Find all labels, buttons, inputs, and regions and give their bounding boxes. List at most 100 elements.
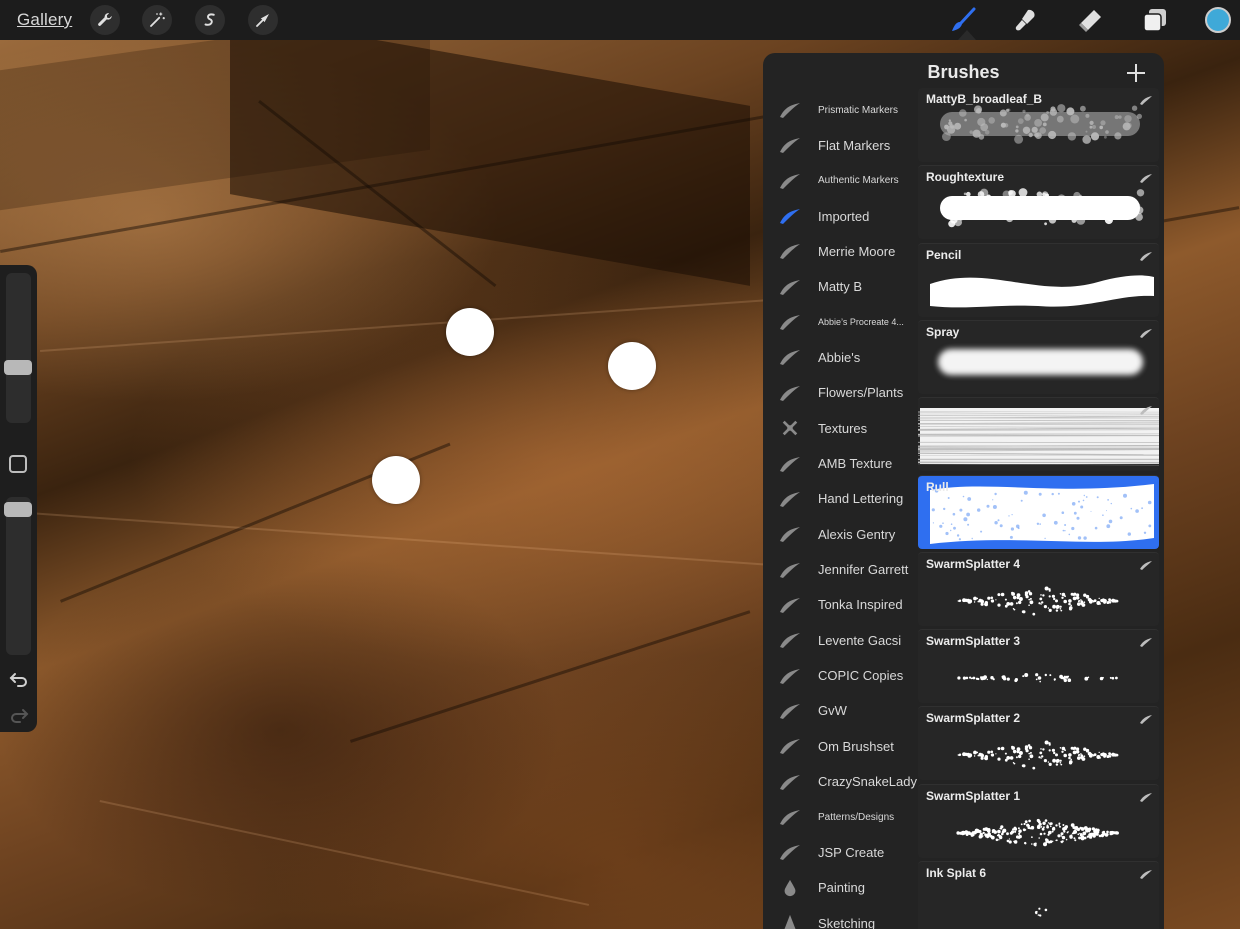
brush-set-label: Om Brushset xyxy=(818,738,894,754)
brush-set-item[interactable]: Authentic Markers xyxy=(763,164,918,198)
brush-set-item[interactable]: COPIC Copies xyxy=(763,659,918,693)
brush-card[interactable]: SwarmSplatter 4 xyxy=(918,551,1159,626)
stroke-icon xyxy=(778,347,802,367)
drop-icon xyxy=(778,878,802,898)
brush-set-label: COPIC Copies xyxy=(818,668,904,684)
brush-set-item[interactable]: Alexis Gentry xyxy=(763,517,918,551)
adjustments-button[interactable] xyxy=(142,5,172,35)
brush-set-item[interactable]: Om Brushset xyxy=(763,729,918,763)
opacity-slider[interactable] xyxy=(6,497,31,655)
brush-set-item[interactable]: AMB Texture xyxy=(763,447,918,481)
brush-set-item[interactable]: Tonka Inspired xyxy=(763,588,918,622)
brush-card[interactable]: Ink Splat 6 xyxy=(918,861,1159,929)
brush-set-label: Authentic Markers xyxy=(818,175,899,187)
brush-set-item[interactable]: Flat Markers xyxy=(763,128,918,162)
brush-card[interactable]: Pencil xyxy=(918,242,1159,317)
add-brush-icon[interactable] xyxy=(1126,63,1146,83)
brush-set-label: GvW xyxy=(818,703,847,719)
brush-set-label: Hand Lettering xyxy=(818,491,904,507)
brush-stroke-icon xyxy=(1139,789,1153,802)
brush-set-item[interactable]: Textures xyxy=(763,411,918,445)
brush-name: Rull xyxy=(926,479,949,494)
brush-card-selected[interactable]: Rull xyxy=(918,474,1159,549)
brush-card[interactable]: Spray xyxy=(918,319,1159,394)
brush-set-item[interactable]: Levente Gacsi xyxy=(763,623,918,657)
brush-set-label: JSP Create xyxy=(818,844,885,860)
transform-button[interactable] xyxy=(248,5,278,35)
stroke-icon xyxy=(778,383,802,403)
brush-set-item[interactable]: Painting xyxy=(763,871,918,905)
selection-s-icon xyxy=(204,13,215,26)
actions-button[interactable] xyxy=(90,5,120,35)
brush-set-label: Patterns/Designs xyxy=(818,811,895,823)
brush-set-item[interactable]: CrazySnakeLady xyxy=(763,765,918,799)
top-toolbar: Gallery xyxy=(0,0,1240,40)
stroke-icon xyxy=(778,171,802,191)
brush-set-item[interactable]: Jennifer Garrett xyxy=(763,553,918,587)
brush-set-item[interactable]: Imported xyxy=(763,199,918,233)
gallery-button[interactable]: Gallery xyxy=(17,10,72,30)
brush-set-label: Sketching xyxy=(818,915,876,929)
brush-set-item[interactable]: Hand Lettering xyxy=(763,482,918,516)
color-picker-button[interactable] xyxy=(1205,7,1231,33)
stroke-icon xyxy=(778,595,802,615)
transform-arrow-icon xyxy=(256,14,269,27)
stroke-icon xyxy=(778,736,802,756)
smudge-tool-button[interactable] xyxy=(1013,7,1039,33)
brush-set-item[interactable]: Prismatic Markers xyxy=(763,93,918,127)
stroke-icon xyxy=(778,277,802,297)
wrench-icon xyxy=(98,13,112,26)
brush-set-item[interactable]: Patterns/Designs xyxy=(763,800,918,834)
selection-button[interactable] xyxy=(195,5,225,35)
brush-set-label: CrazySnakeLady xyxy=(818,774,917,790)
brush-set-item[interactable]: Merrie Moore xyxy=(763,234,918,268)
brush-card[interactable]: Roughtexture xyxy=(918,165,1159,240)
white-dot xyxy=(446,308,494,356)
cone-icon xyxy=(778,913,802,929)
left-sidebar xyxy=(0,265,37,732)
brush-set-item[interactable]: Abbie's xyxy=(763,340,918,374)
brush-name: Pencil xyxy=(926,247,962,262)
brush-set-label: Matty B xyxy=(818,279,863,295)
brush-card[interactable]: SwarmSplatter 2 xyxy=(918,706,1159,781)
brush-set-label: Painting xyxy=(818,880,865,896)
white-dot xyxy=(372,456,420,504)
brush-set-item[interactable]: Abbie’s Procreate 4... xyxy=(763,305,918,339)
brush-set-item[interactable]: Sketching xyxy=(763,906,918,929)
brush-card[interactable] xyxy=(918,397,1159,472)
brush-set-label: AMB Texture xyxy=(818,456,893,471)
eraser-tool-button[interactable] xyxy=(1077,7,1103,33)
brush-size-thumb[interactable] xyxy=(4,360,32,375)
undo-icon[interactable] xyxy=(9,669,29,689)
brush-set-item[interactable]: Flowers/Plants xyxy=(763,376,918,410)
brush-stroke-icon xyxy=(1139,92,1153,105)
brush-stroke-icon xyxy=(1139,866,1153,879)
stroke-icon xyxy=(778,524,802,544)
brush-set-item[interactable]: GvW xyxy=(763,694,918,728)
stroke-icon xyxy=(778,312,802,332)
brush-name: Spray xyxy=(926,324,960,339)
opacity-thumb[interactable] xyxy=(4,502,32,517)
brush-stroke-icon xyxy=(1139,634,1153,648)
brush-stroke-icon xyxy=(1139,711,1153,725)
panel-title: Brushes xyxy=(927,62,1000,82)
brush-card[interactable]: SwarmSplatter 3 xyxy=(918,629,1159,704)
magic-wand-icon xyxy=(150,12,165,27)
redo-icon[interactable] xyxy=(9,705,29,725)
brush-card[interactable]: MattyB_broadleaf_B xyxy=(918,88,1159,162)
stroke-icon xyxy=(778,560,802,580)
brush-size-slider[interactable] xyxy=(6,273,31,423)
paper-fold xyxy=(1160,206,1240,223)
brush-card[interactable]: SwarmSplatter 1 xyxy=(918,783,1159,858)
modify-button[interactable] xyxy=(9,455,27,473)
stroke-icon xyxy=(778,630,802,650)
brush-set-item[interactable]: JSP Create xyxy=(763,835,918,869)
white-dot xyxy=(608,342,656,390)
layers-button[interactable] xyxy=(1142,7,1168,33)
brush-stroke-icon xyxy=(1139,402,1153,416)
brush-set-item[interactable]: Matty B xyxy=(763,270,918,304)
brush-set-label: Abbie's xyxy=(818,349,861,365)
brush-name: MattyB_broadleaf_B xyxy=(926,92,1043,106)
brush-name: SwarmSplatter 2 xyxy=(926,711,1021,726)
stroke-icon xyxy=(778,100,802,120)
